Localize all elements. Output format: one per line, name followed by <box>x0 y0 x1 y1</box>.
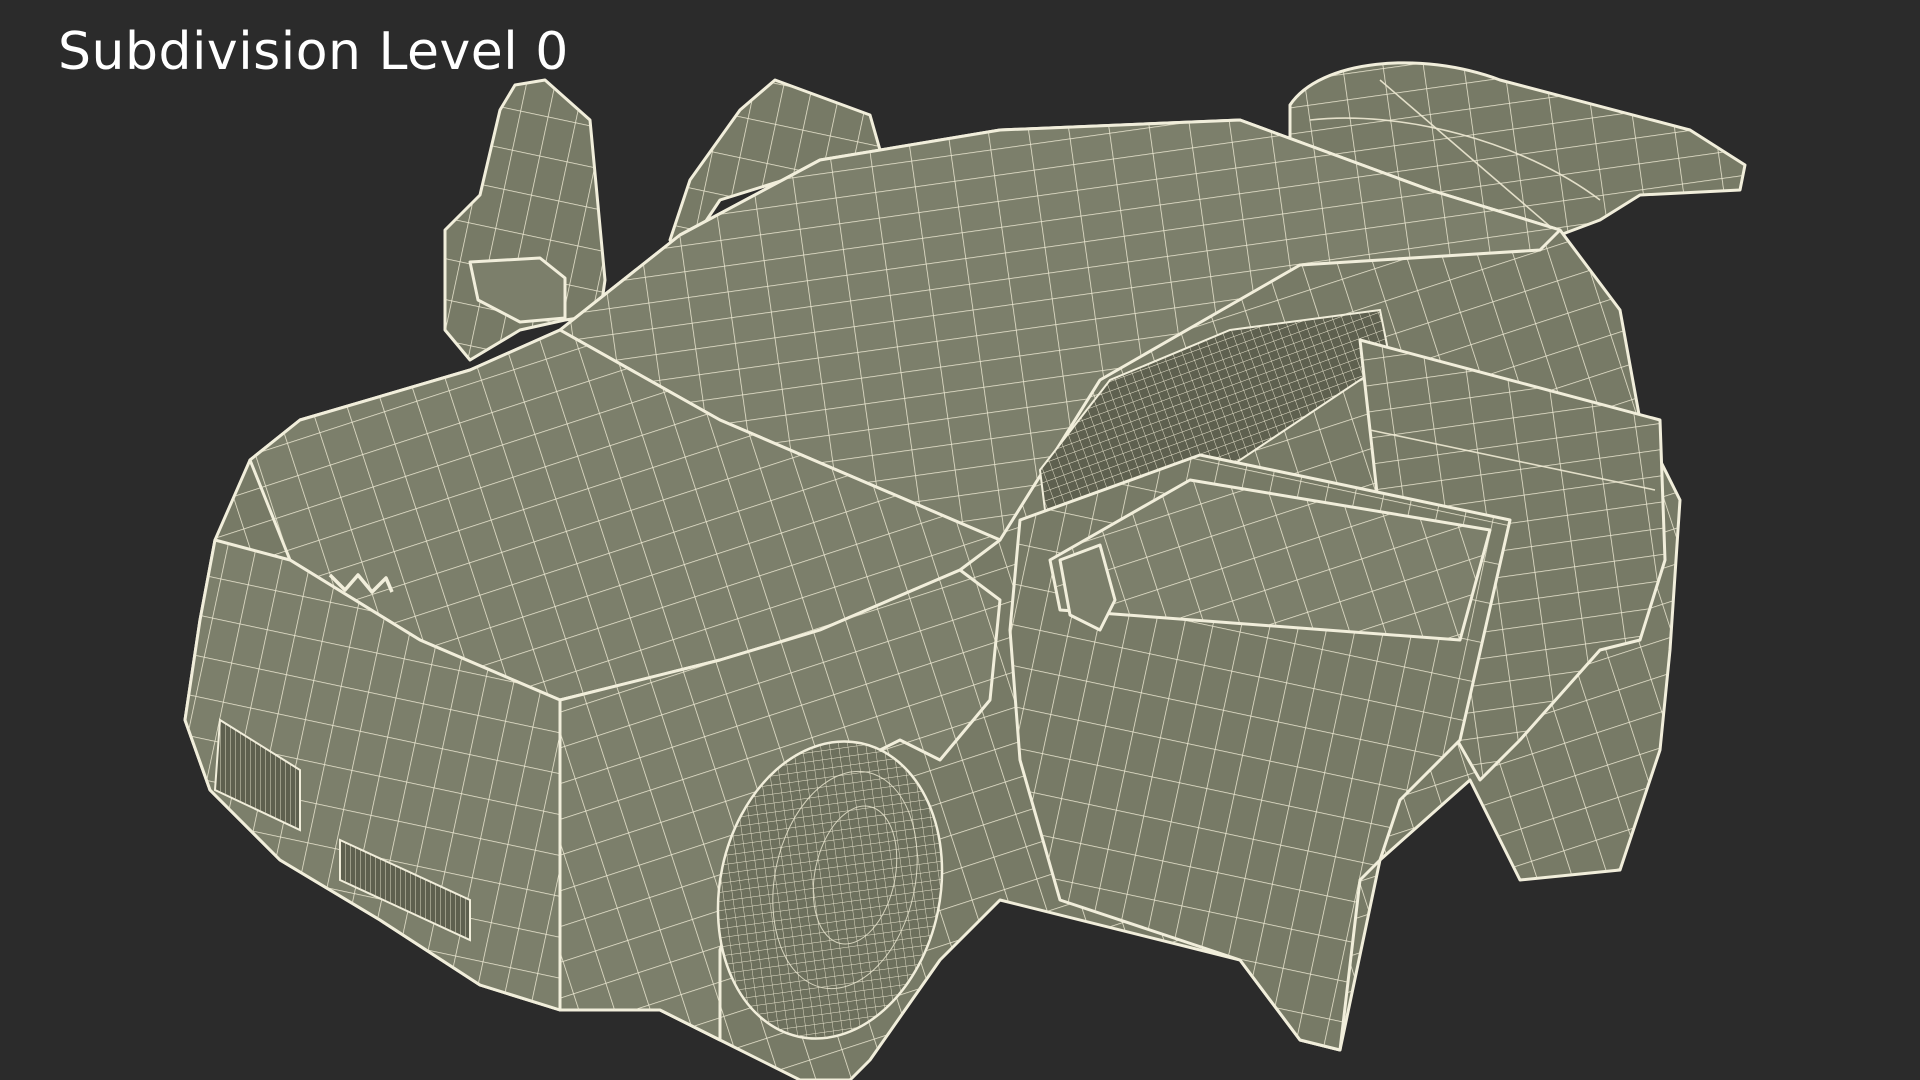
render-viewport: Subdivision Level 0 <box>0 0 1920 1080</box>
front-right-door-open <box>1008 453 1512 1052</box>
car-wireframe-model <box>183 61 1747 1080</box>
